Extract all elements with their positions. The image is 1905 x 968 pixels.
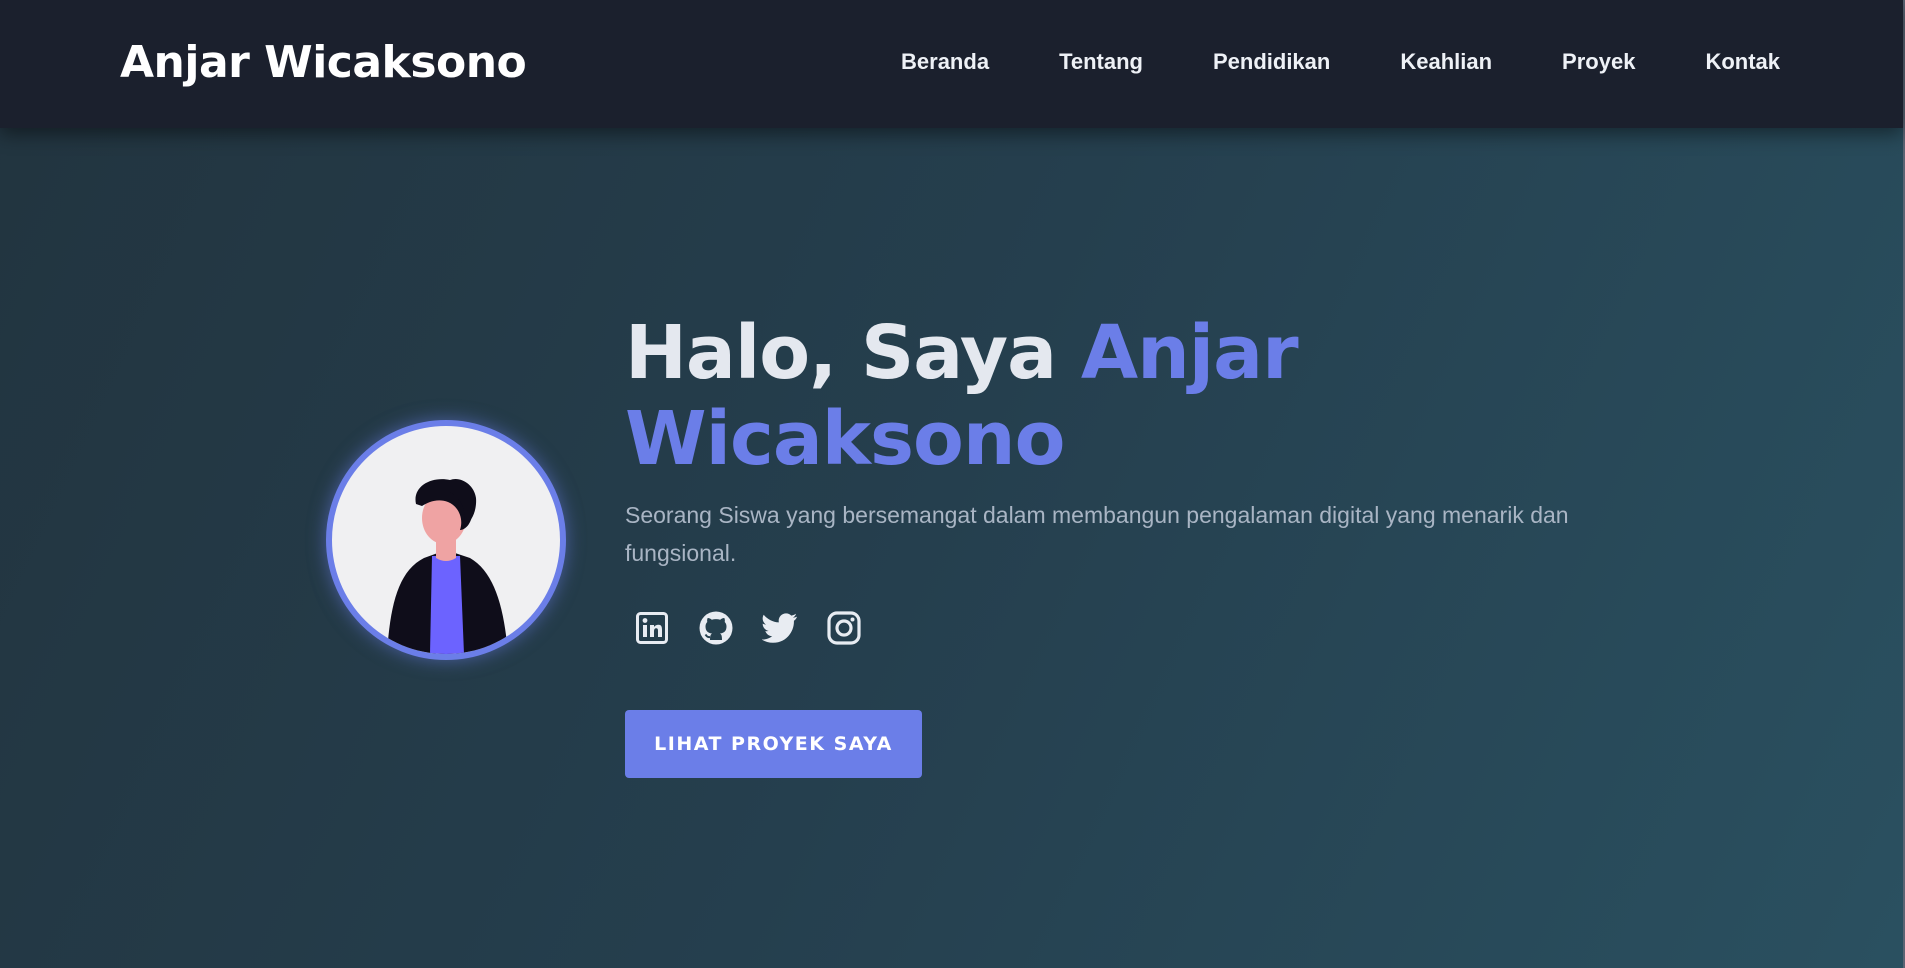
view-projects-button[interactable]: LIHAT PROYEK SAYA [625, 710, 922, 778]
twitter-icon[interactable] [762, 609, 798, 647]
linkedin-icon[interactable] [634, 609, 670, 647]
nav-link-tentang[interactable]: Tentang [1059, 46, 1143, 78]
main-nav: Beranda Tentang Pendidikan Keahlian Proy… [901, 46, 1780, 78]
top-navbar: Anjar Wicaksono Beranda Tentang Pendidik… [0, 0, 1903, 128]
github-icon[interactable] [698, 609, 734, 647]
social-links [634, 609, 890, 647]
greeting-text: Halo, Saya [625, 310, 1081, 396]
hero-section: Halo, Saya Anjar Wicaksono Seorang Siswa… [0, 0, 1903, 968]
nav-link-pendidikan[interactable]: Pendidikan [1213, 46, 1330, 78]
person-illustration [387, 478, 508, 654]
hero-headline: Halo, Saya Anjar Wicaksono [625, 310, 1385, 482]
nav-link-kontak[interactable]: Kontak [1705, 46, 1780, 78]
nav-link-keahlian[interactable]: Keahlian [1400, 46, 1492, 78]
nav-link-beranda[interactable]: Beranda [901, 46, 989, 78]
site-brand[interactable]: Anjar Wicaksono [120, 35, 527, 91]
nav-link-proyek[interactable]: Proyek [1562, 46, 1635, 78]
instagram-icon[interactable] [826, 609, 862, 647]
hero-tagline: Seorang Siswa yang bersemangat dalam mem… [625, 502, 1569, 566]
profile-avatar [326, 420, 566, 660]
